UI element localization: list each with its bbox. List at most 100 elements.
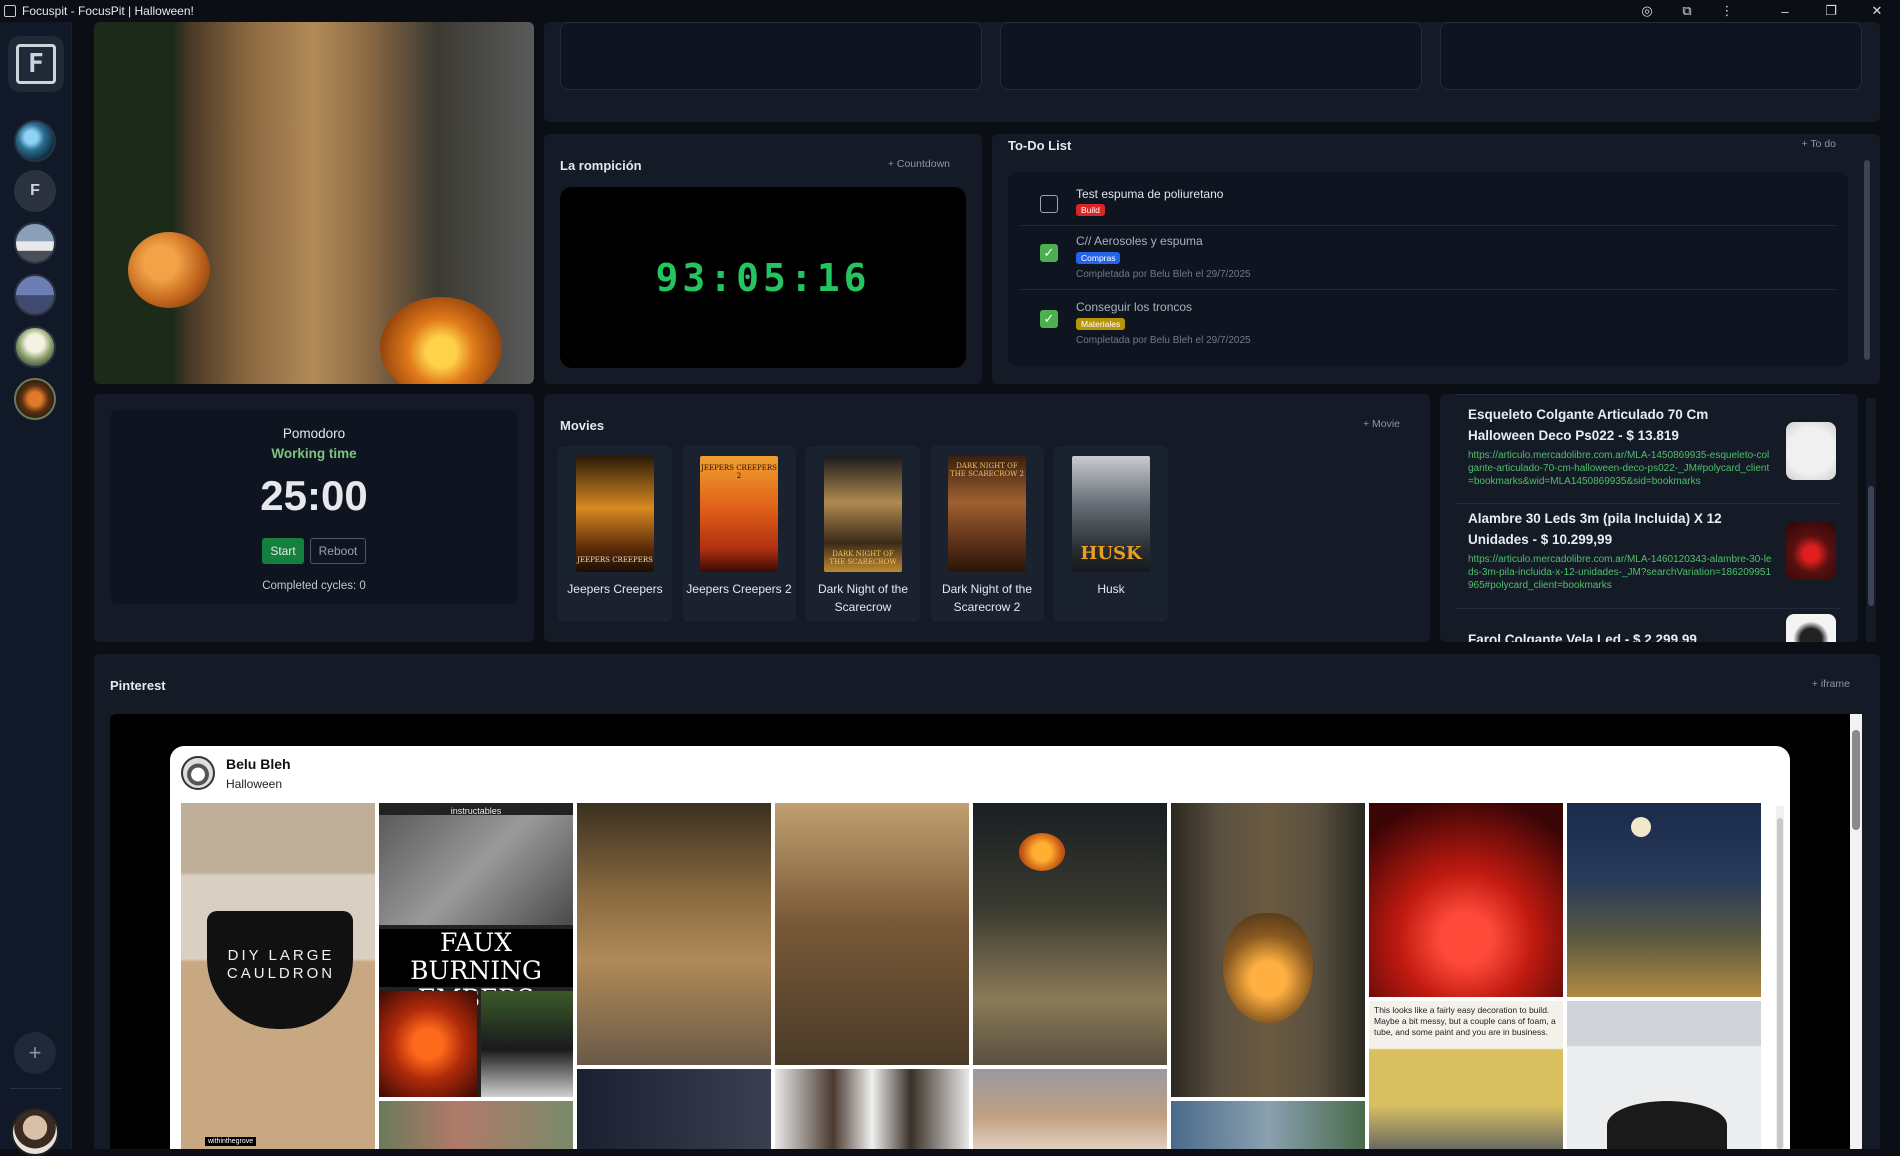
pin-caption: FAUX BURNING EMBERS [379, 929, 573, 1013]
workspace-item-car[interactable] [14, 222, 56, 264]
add-workspace-button[interactable]: + [14, 1032, 56, 1074]
todo-scrollbar-thumb[interactable] [1864, 160, 1870, 360]
todo-item[interactable]: ✓ C// Aerosoles y espuma Compras Complet… [1020, 226, 1836, 290]
countdown-widget: La rompición + Countdown 93:05:16 [544, 134, 982, 384]
empty-widget-1 [560, 22, 982, 90]
empty-widget-2 [1000, 22, 1422, 90]
pin-image[interactable] [1567, 1001, 1761, 1149]
add-iframe-link[interactable]: + iframe [1812, 678, 1850, 690]
todo-checkbox-checked[interactable]: ✓ [1040, 244, 1058, 262]
todo-item[interactable]: Test espuma de poliuretano Build [1020, 172, 1836, 226]
board-owner-name[interactable]: Belu Bleh [226, 756, 291, 772]
todo-widget: To-Do List + To do Test espuma de poliur… [992, 134, 1880, 384]
pin-image[interactable] [379, 1101, 573, 1149]
more-vertical-icon[interactable]: ⋮ [1714, 3, 1740, 19]
iframe-scrollbar-thumb[interactable] [1852, 730, 1860, 830]
pin-image[interactable] [1171, 1101, 1365, 1149]
app-icon [4, 5, 16, 17]
pomodoro-start-button[interactable]: Start [262, 538, 304, 564]
bookmark-title[interactable]: Esqueleto Colgante Articulado 70 Cm Hall… [1468, 404, 1768, 446]
movie-card[interactable]: JEEPERS CREEPERS Jeepers Creepers [558, 446, 672, 622]
countdown-display: 93:05:16 [560, 187, 966, 368]
image-widget [94, 22, 534, 384]
bookmark-item[interactable]: Alambre 30 Leds 3m (pila Incluida) X 12 … [1468, 508, 1840, 592]
movie-title: Dark Night of the Scarecrow [817, 582, 909, 614]
pin-image[interactable] [973, 803, 1167, 1065]
close-button[interactable]: ✕ [1854, 0, 1900, 22]
bookmark-title[interactable]: Farol Colgante Vela Led - $ 2.299,99 [1468, 630, 1768, 642]
workspace-sidebar: F F + [0, 22, 72, 1156]
restore-button[interactable]: ❐ [1808, 0, 1854, 22]
logo-icon: F [16, 44, 56, 84]
pin-credit: withinthegrove [205, 1137, 257, 1146]
window-title: Focuspit - FocusPit | Halloween! [22, 4, 194, 18]
movie-card[interactable]: JEEPERS CREEPERS 2 Jeepers Creepers 2 [682, 446, 796, 622]
pin-image[interactable] [1171, 803, 1365, 1097]
pin-image[interactable]: This looks like a fairly easy decoration… [1369, 1001, 1563, 1149]
bookmark-url[interactable]: https://articulo.mercadolibre.com.ar/MLA… [1468, 449, 1773, 488]
movie-title: Jeepers Creepers 2 [686, 582, 792, 596]
workspace-item-earth[interactable] [14, 120, 56, 162]
pin-image[interactable]: DIY LARGE CAULDRON withinthegrove [181, 803, 375, 1149]
pin-image[interactable] [577, 803, 771, 1065]
todo-tag: Build [1076, 204, 1105, 216]
bookmark-url[interactable]: https://articulo.mercadolibre.com.ar/MLA… [1468, 553, 1773, 592]
cauldron-skull-image [481, 991, 573, 1097]
todo-list: Test espuma de poliuretano Build ✓ C// A… [1008, 172, 1848, 366]
pomodoro-cycles: Completed cycles: 0 [262, 580, 366, 592]
movie-title: Dark Night of the Scarecrow 2 [941, 582, 1033, 614]
empty-widget-3 [1440, 22, 1862, 90]
jackolantern-shape [1019, 833, 1065, 871]
todo-title: To-Do List [1008, 138, 1072, 153]
iframe-scrollbar[interactable] [1850, 714, 1862, 1149]
workspace-item-halloween[interactable] [14, 378, 56, 420]
pomodoro-widget: Pomodoro Working time 25:00 Start Reboot… [94, 394, 534, 642]
pinterest-board: Belu Bleh Halloween DIY LARGE CAULDRON w… [170, 746, 1790, 1149]
pumpkin-left-image [128, 232, 210, 308]
movie-poster: DARK NIGHT OF THE SCARECROW [824, 456, 902, 572]
bookmark-thumbnail [1786, 422, 1836, 480]
app-logo[interactable]: F [8, 36, 64, 92]
extensions-icon[interactable]: ⧉ [1674, 3, 1700, 19]
add-countdown-link[interactable]: + Countdown [888, 158, 950, 170]
add-todo-link[interactable]: + To do [1801, 138, 1836, 150]
pin-image[interactable] [775, 1069, 969, 1149]
todo-item[interactable]: ✓ Conseguir los troncos Materiales Compl… [1020, 290, 1836, 354]
eye-off-icon[interactable]: ◎ [1634, 3, 1660, 19]
todo-checkbox[interactable] [1040, 195, 1058, 213]
todo-tag: Materiales [1076, 318, 1126, 330]
movie-poster: HUSK [1072, 456, 1150, 572]
minimize-button[interactable]: – [1762, 0, 1808, 22]
bookmark-item[interactable]: Farol Colgante Vela Led - $ 2.299,99 [1468, 630, 1840, 642]
pin-image[interactable]: instructables FAUX BURNING EMBERS [379, 803, 573, 1097]
workspace-item-tree[interactable] [14, 326, 56, 368]
pin-image[interactable] [973, 1069, 1167, 1149]
hanging-figure-shape [1607, 1101, 1727, 1149]
board-owner-avatar[interactable] [181, 756, 215, 790]
movie-title: Husk [1097, 582, 1125, 596]
pin-image[interactable] [775, 803, 969, 1065]
todo-checkbox-checked[interactable]: ✓ [1040, 310, 1058, 328]
workspace-item-focuspit[interactable]: F [14, 170, 56, 212]
pomodoro-reboot-button[interactable]: Reboot [310, 538, 366, 564]
bookmarks-scrollbar[interactable] [1866, 398, 1876, 642]
board-scrollbar[interactable] [1776, 806, 1784, 1149]
bookmark-item[interactable]: Esqueleto Colgante Articulado 70 Cm Hall… [1468, 404, 1840, 488]
pin-image[interactable] [577, 1069, 771, 1149]
movie-card[interactable]: HUSK Husk [1054, 446, 1168, 622]
movie-card[interactable]: DARK NIGHT OF THE SCARECROW Dark Night o… [806, 446, 920, 622]
pin-image[interactable] [1369, 803, 1563, 997]
bookmarks-scrollbar-thumb[interactable] [1868, 486, 1874, 606]
movie-card[interactable]: DARK NIGHT OF THE SCARECROW 2 Dark Night… [930, 446, 1044, 622]
bookmark-title[interactable]: Alambre 30 Leds 3m (pila Incluida) X 12 … [1468, 508, 1768, 550]
board-name[interactable]: Halloween [226, 777, 282, 791]
todo-scrollbar[interactable] [1862, 138, 1872, 380]
add-movie-link[interactable]: + Movie [1363, 418, 1400, 430]
board-scrollbar-thumb[interactable] [1777, 818, 1783, 1149]
pin-image[interactable] [1567, 803, 1761, 997]
todo-completed-meta: Completada por Belu Bleh el 29/7/2025 [1076, 269, 1251, 280]
sidebar-divider [10, 1088, 62, 1089]
bookmark-thumbnail [1786, 614, 1836, 642]
workspace-item-house[interactable] [14, 274, 56, 316]
todo-tag: Compras [1076, 252, 1121, 264]
